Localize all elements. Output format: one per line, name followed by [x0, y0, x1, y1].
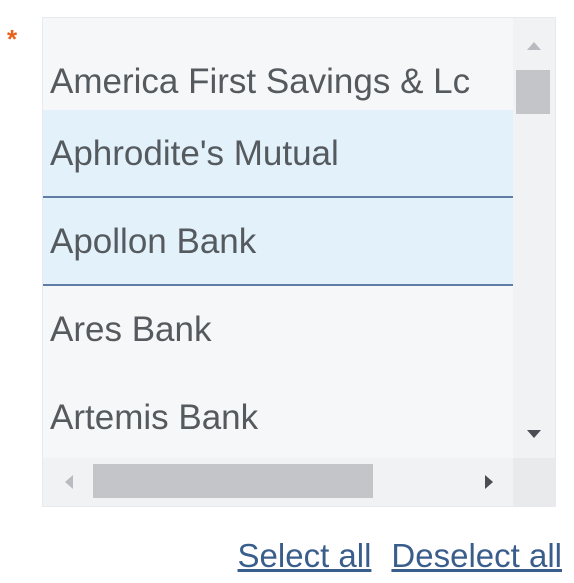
vertical-scroll-thumb[interactable]	[516, 70, 550, 114]
list-item[interactable]: Ares Bank	[43, 286, 515, 374]
select-all-link[interactable]: Select all	[238, 537, 372, 574]
required-indicator: *	[7, 24, 18, 54]
scroll-down-arrow-icon[interactable]	[527, 430, 541, 438]
bank-multiselect-field: * America First Savings & Lc Aphrodite's…	[0, 0, 574, 583]
vertical-scrollbar[interactable]	[513, 18, 555, 458]
list-item[interactable]: America First Savings & Lc	[43, 38, 515, 110]
scrollbar-corner	[513, 458, 555, 506]
bank-listbox[interactable]: America First Savings & Lc Aphrodite's M…	[42, 17, 556, 507]
horizontal-scroll-thumb[interactable]	[93, 464, 373, 498]
list-item[interactable]: Aphrodite's Mutual	[43, 110, 515, 198]
horizontal-scrollbar[interactable]	[43, 458, 515, 506]
scroll-right-arrow-icon[interactable]	[485, 475, 493, 489]
deselect-all-link[interactable]: Deselect all	[391, 537, 562, 574]
scroll-left-arrow-icon[interactable]	[65, 475, 73, 489]
listbox-items: America First Savings & Lc Aphrodite's M…	[43, 38, 515, 474]
selection-actions: Select all Deselect all	[238, 536, 562, 576]
scroll-up-arrow-icon[interactable]	[527, 42, 541, 50]
list-item[interactable]: Apollon Bank	[43, 198, 515, 286]
list-item[interactable]: Artemis Bank	[43, 374, 515, 462]
